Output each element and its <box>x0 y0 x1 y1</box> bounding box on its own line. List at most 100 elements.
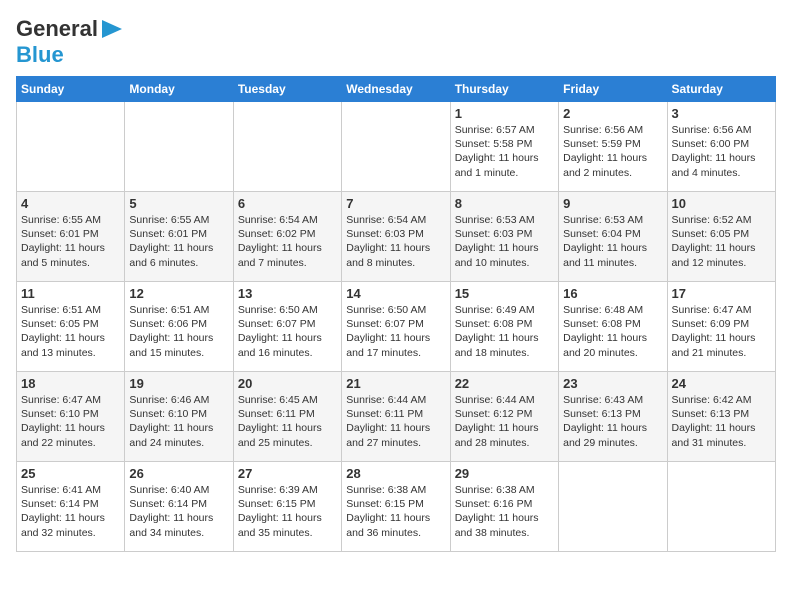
calendar-cell: 26Sunrise: 6:40 AM Sunset: 6:14 PM Dayli… <box>125 462 233 552</box>
calendar-cell <box>342 102 450 192</box>
calendar-cell <box>17 102 125 192</box>
calendar-cell: 14Sunrise: 6:50 AM Sunset: 6:07 PM Dayli… <box>342 282 450 372</box>
day-number: 28 <box>346 466 445 481</box>
day-info: Sunrise: 6:57 AM Sunset: 5:58 PM Dayligh… <box>455 123 554 180</box>
calendar-cell: 9 Sunrise: 6:53 AM Sunset: 6:04 PM Daylig… <box>559 192 667 282</box>
calendar-cell: 7Sunrise: 6:54 AM Sunset: 6:03 PM Daylig… <box>342 192 450 282</box>
day-info: Sunrise: 6:56 AM Sunset: 6:00 PM Dayligh… <box>672 123 771 180</box>
day-number: 21 <box>346 376 445 391</box>
day-number: 9 <box>563 196 662 211</box>
calendar-cell: 4 Sunrise: 6:55 AM Sunset: 6:01 PM Daylig… <box>17 192 125 282</box>
calendar-cell: 29 Sunrise: 6:38 AM Sunset: 6:16 PM Dayli… <box>450 462 558 552</box>
day-info: Sunrise: 6:38 AM Sunset: 6:15 PM Dayligh… <box>346 483 445 540</box>
calendar-cell: 12 Sunrise: 6:51 AM Sunset: 6:06 PM Dayli… <box>125 282 233 372</box>
calendar-table: SundayMondayTuesdayWednesdayThursdayFrid… <box>16 76 776 552</box>
calendar-week-5: 25 Sunrise: 6:41 AM Sunset: 6:14 PM Dayli… <box>17 462 776 552</box>
weekday-header-sunday: Sunday <box>17 77 125 102</box>
day-info: Sunrise: 6:56 AM Sunset: 5:59 PM Dayligh… <box>563 123 662 180</box>
calendar-cell: 19 Sunrise: 6:46 AM Sunset: 6:10 PM Dayli… <box>125 372 233 462</box>
day-info: Sunrise: 6:48 AM Sunset: 6:08 PM Dayligh… <box>563 303 662 360</box>
weekday-header-monday: Monday <box>125 77 233 102</box>
day-number: 5 <box>129 196 228 211</box>
day-info: Sunrise: 6:38 AM Sunset: 6:16 PM Dayligh… <box>455 483 554 540</box>
day-number: 19 <box>129 376 228 391</box>
weekday-header-tuesday: Tuesday <box>233 77 341 102</box>
day-info: Sunrise: 6:54 AM Sunset: 6:02 PM Dayligh… <box>238 213 337 270</box>
day-info: Sunrise: 6:44 AM Sunset: 6:11 PM Dayligh… <box>346 393 445 450</box>
day-number: 18 <box>21 376 120 391</box>
calendar-week-4: 18Sunrise: 6:47 AM Sunset: 6:10 PM Dayli… <box>17 372 776 462</box>
calendar-week-3: 11 Sunrise: 6:51 AM Sunset: 6:05 PM Dayli… <box>17 282 776 372</box>
day-number: 20 <box>238 376 337 391</box>
day-number: 3 <box>672 106 771 121</box>
calendar-cell: 25 Sunrise: 6:41 AM Sunset: 6:14 PM Dayli… <box>17 462 125 552</box>
logo-general: General <box>16 16 98 42</box>
calendar-cell <box>559 462 667 552</box>
day-number: 29 <box>455 466 554 481</box>
calendar-cell: 5 Sunrise: 6:55 AM Sunset: 6:01 PM Daylig… <box>125 192 233 282</box>
day-info: Sunrise: 6:50 AM Sunset: 6:07 PM Dayligh… <box>238 303 337 360</box>
day-info: Sunrise: 6:52 AM Sunset: 6:05 PM Dayligh… <box>672 213 771 270</box>
day-info: Sunrise: 6:51 AM Sunset: 6:05 PM Dayligh… <box>21 303 120 360</box>
calendar-cell: 10 Sunrise: 6:52 AM Sunset: 6:05 PM Dayli… <box>667 192 775 282</box>
calendar-cell: 22Sunrise: 6:44 AM Sunset: 6:12 PM Dayli… <box>450 372 558 462</box>
weekday-header-saturday: Saturday <box>667 77 775 102</box>
day-number: 1 <box>455 106 554 121</box>
calendar-cell: 2 Sunrise: 6:56 AM Sunset: 5:59 PM Daylig… <box>559 102 667 192</box>
day-info: Sunrise: 6:40 AM Sunset: 6:14 PM Dayligh… <box>129 483 228 540</box>
calendar-cell: 27 Sunrise: 6:39 AM Sunset: 6:15 PM Dayli… <box>233 462 341 552</box>
calendar-cell: 21 Sunrise: 6:44 AM Sunset: 6:11 PM Dayli… <box>342 372 450 462</box>
weekday-header-thursday: Thursday <box>450 77 558 102</box>
calendar-cell <box>125 102 233 192</box>
logo: General Blue <box>16 16 126 68</box>
calendar-cell <box>233 102 341 192</box>
day-number: 15 <box>455 286 554 301</box>
day-info: Sunrise: 6:47 AM Sunset: 6:09 PM Dayligh… <box>672 303 771 360</box>
day-number: 13 <box>238 286 337 301</box>
calendar-cell <box>667 462 775 552</box>
day-info: Sunrise: 6:39 AM Sunset: 6:15 PM Dayligh… <box>238 483 337 540</box>
logo-arrow-icon <box>98 18 126 40</box>
day-info: Sunrise: 6:51 AM Sunset: 6:06 PM Dayligh… <box>129 303 228 360</box>
day-info: Sunrise: 6:53 AM Sunset: 6:03 PM Dayligh… <box>455 213 554 270</box>
day-number: 8 <box>455 196 554 211</box>
day-number: 6 <box>238 196 337 211</box>
day-number: 27 <box>238 466 337 481</box>
day-number: 17 <box>672 286 771 301</box>
weekday-header-friday: Friday <box>559 77 667 102</box>
calendar-cell: 15Sunrise: 6:49 AM Sunset: 6:08 PM Dayli… <box>450 282 558 372</box>
calendar-cell: 17 Sunrise: 6:47 AM Sunset: 6:09 PM Dayli… <box>667 282 775 372</box>
calendar-cell: 3 Sunrise: 6:56 AM Sunset: 6:00 PM Daylig… <box>667 102 775 192</box>
calendar-cell: 18Sunrise: 6:47 AM Sunset: 6:10 PM Dayli… <box>17 372 125 462</box>
calendar-cell: 6 Sunrise: 6:54 AM Sunset: 6:02 PM Daylig… <box>233 192 341 282</box>
calendar-week-2: 4 Sunrise: 6:55 AM Sunset: 6:01 PM Daylig… <box>17 192 776 282</box>
day-number: 12 <box>129 286 228 301</box>
calendar-cell: 16Sunrise: 6:48 AM Sunset: 6:08 PM Dayli… <box>559 282 667 372</box>
calendar-cell: 24 Sunrise: 6:42 AM Sunset: 6:13 PM Dayli… <box>667 372 775 462</box>
day-number: 11 <box>21 286 120 301</box>
calendar-cell: 1 Sunrise: 6:57 AM Sunset: 5:58 PM Daylig… <box>450 102 558 192</box>
day-info: Sunrise: 6:53 AM Sunset: 6:04 PM Dayligh… <box>563 213 662 270</box>
calendar-cell: 13 Sunrise: 6:50 AM Sunset: 6:07 PM Dayli… <box>233 282 341 372</box>
page-header: General Blue <box>16 16 776 68</box>
day-number: 25 <box>21 466 120 481</box>
day-number: 4 <box>21 196 120 211</box>
calendar-cell: 20 Sunrise: 6:45 AM Sunset: 6:11 PM Dayli… <box>233 372 341 462</box>
calendar-cell: 11 Sunrise: 6:51 AM Sunset: 6:05 PM Dayli… <box>17 282 125 372</box>
day-info: Sunrise: 6:46 AM Sunset: 6:10 PM Dayligh… <box>129 393 228 450</box>
calendar-header: SundayMondayTuesdayWednesdayThursdayFrid… <box>17 77 776 102</box>
day-info: Sunrise: 6:55 AM Sunset: 6:01 PM Dayligh… <box>129 213 228 270</box>
weekday-header-wednesday: Wednesday <box>342 77 450 102</box>
day-info: Sunrise: 6:50 AM Sunset: 6:07 PM Dayligh… <box>346 303 445 360</box>
day-info: Sunrise: 6:45 AM Sunset: 6:11 PM Dayligh… <box>238 393 337 450</box>
day-info: Sunrise: 6:42 AM Sunset: 6:13 PM Dayligh… <box>672 393 771 450</box>
day-number: 24 <box>672 376 771 391</box>
logo-blue: Blue <box>16 42 64 67</box>
day-number: 10 <box>672 196 771 211</box>
day-info: Sunrise: 6:41 AM Sunset: 6:14 PM Dayligh… <box>21 483 120 540</box>
calendar-cell: 8 Sunrise: 6:53 AM Sunset: 6:03 PM Daylig… <box>450 192 558 282</box>
day-info: Sunrise: 6:55 AM Sunset: 6:01 PM Dayligh… <box>21 213 120 270</box>
calendar-week-1: 1 Sunrise: 6:57 AM Sunset: 5:58 PM Daylig… <box>17 102 776 192</box>
day-number: 2 <box>563 106 662 121</box>
day-info: Sunrise: 6:43 AM Sunset: 6:13 PM Dayligh… <box>563 393 662 450</box>
